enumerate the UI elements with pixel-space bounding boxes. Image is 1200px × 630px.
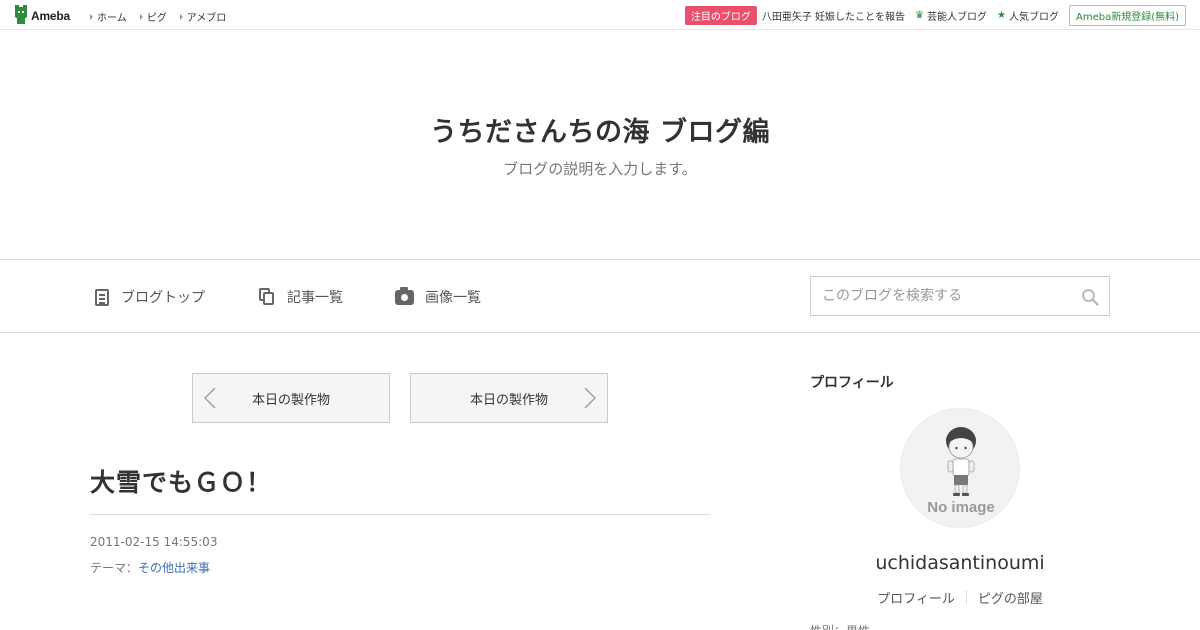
no-image-text: No image [927,499,995,516]
chevron-left-icon [204,387,216,409]
profile-link[interactable]: プロフィール [877,588,955,607]
divider [90,514,710,515]
nav-blog-top[interactable]: ブログトップ [95,287,205,307]
blog-nav: ブログトップ 記事一覧 画像一覧 [0,260,1200,333]
celebrity-blog-link[interactable]: ♛ 芸能人ブログ [915,8,987,23]
entry-theme: テーマ：その他出来事 [90,559,210,576]
ameba-logo[interactable]: Ameba [14,5,71,25]
global-header: Ameba ホーム ピグ アメブロ 注目のブログ 八田亜矢子 妊娠したことを報告… [0,0,1200,30]
theme-link[interactable]: その他出来事 [138,561,210,575]
blog-header: うちださんちの海 ブログ編 ブログの説明を入力します。 [0,30,1200,260]
hot-blog-link[interactable]: 八田亜矢子 妊娠したことを報告 [762,8,905,23]
nav-ameblo[interactable]: アメブロ [179,9,226,24]
prev-entry-label: 本日の製作物 [251,392,330,408]
blog-search [810,276,1110,316]
global-nav: ホーム ピグ アメブロ [90,9,239,24]
caret-right-icon [139,13,143,20]
caret-right-icon [179,13,183,20]
document-icon [95,288,109,306]
nav-home[interactable]: ホーム [90,9,127,24]
theme-label: テーマ： [90,561,139,575]
star-icon: ★ [997,10,1006,21]
profile-detail: 性別：男性 [810,622,870,630]
copy-icon [259,288,275,306]
blog-title[interactable]: うちださんちの海 ブログ編 [0,110,1200,149]
popular-blog-link[interactable]: ★ 人気ブログ [997,8,1059,23]
nav-pigg[interactable]: ピグ [139,9,167,24]
logo-text: Ameba [31,8,71,23]
prev-entry-button[interactable]: 本日の製作物 [192,373,390,423]
search-icon[interactable] [1081,288,1099,306]
profile-links: プロフィール ピグの部屋 [810,588,1110,607]
global-right: 注目のブログ 八田亜矢子 妊娠したことを報告 ♛ 芸能人ブログ ★ 人気ブログ … [684,5,1186,26]
profile-name[interactable]: uchidasantinoumi [810,552,1110,574]
next-entry-label: 本日の製作物 [469,392,548,408]
avatar[interactable]: No image [900,408,1020,528]
entry-date: 2011-02-15 14:55:03 [90,535,218,549]
crown-icon: ♛ [915,10,925,21]
hot-blog-badge: 注目のブログ [684,6,757,25]
entry-title[interactable]: 大雪でもＧＯ！ [90,463,272,499]
ameba-mascot-icon [14,5,28,24]
chevron-right-icon [584,387,596,409]
nav-image-list[interactable]: 画像一覧 [395,286,481,307]
camera-icon [395,286,414,305]
register-button[interactable]: Ameba新規登録(無料) [1068,5,1186,26]
search-input[interactable] [811,277,1071,315]
pigg-room-link[interactable]: ピグの部屋 [978,588,1043,607]
profile-heading: プロフィール [810,375,894,391]
nav-entry-list[interactable]: 記事一覧 [259,287,343,307]
divider [965,590,967,604]
caret-right-icon [90,13,93,20]
next-entry-button[interactable]: 本日の製作物 [410,373,608,423]
blog-description: ブログの説明を入力します。 [503,160,697,178]
